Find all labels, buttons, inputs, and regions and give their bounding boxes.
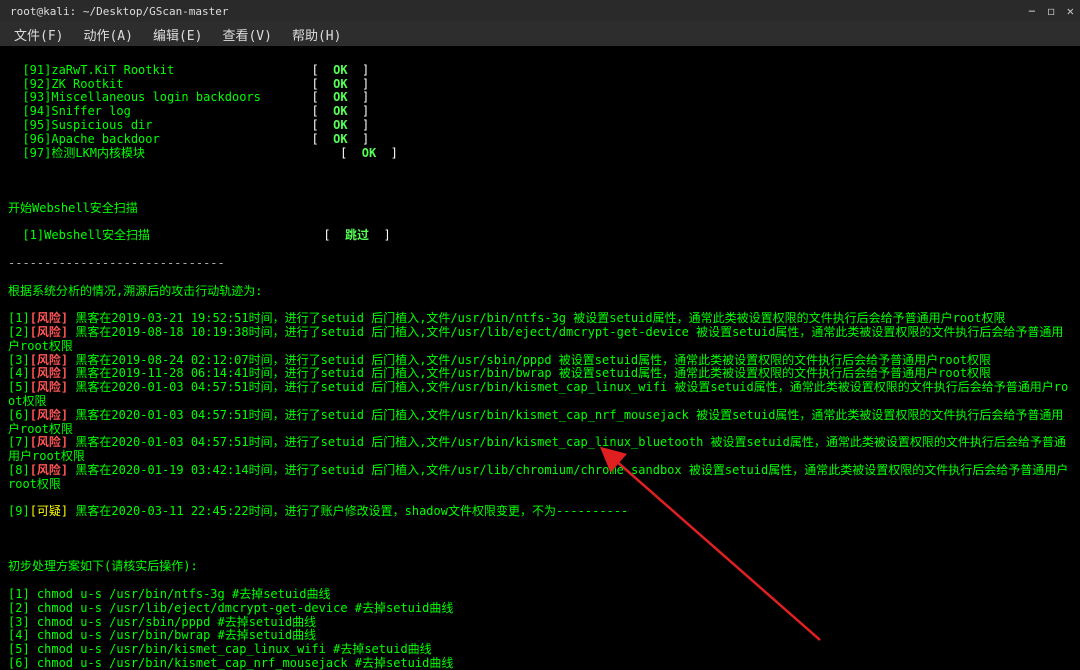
menu-edit[interactable]: 编辑(E) bbox=[145, 23, 210, 46]
terminal-output[interactable]: [91]zaRwT.KiT Rootkit [ OK ] [92]ZK Root… bbox=[0, 46, 1080, 670]
risk-item: [7][风险] 黑客在2020-01-03 04:57:51时间，进行了setu… bbox=[8, 436, 1072, 464]
scan-item: [93]Miscellaneous login backdoors [ OK ] bbox=[8, 91, 1072, 105]
menu-help[interactable]: 帮助(H) bbox=[284, 23, 349, 46]
scan-item: [96]Apache backdoor [ OK ] bbox=[8, 133, 1072, 147]
window-title: root@kali: ~/Desktop/GScan-master bbox=[6, 5, 229, 18]
close-button[interactable]: ✕ bbox=[1067, 4, 1074, 18]
window-controls: − ◻ ✕ bbox=[1028, 4, 1074, 18]
maximize-button[interactable]: ◻ bbox=[1048, 4, 1055, 18]
risk-item: [5][风险] 黑客在2020-01-03 04:57:51时间，进行了setu… bbox=[8, 381, 1072, 409]
fix-item: [2] chmod u-s /usr/lib/eject/dmcrypt-get… bbox=[8, 602, 1072, 616]
risk-item: [1][风险] 黑客在2019-03-21 19:52:51时间，进行了setu… bbox=[8, 312, 1072, 326]
scan-item: [94]Sniffer log [ OK ] bbox=[8, 105, 1072, 119]
risk-item: [2][风险] 黑客在2019-08-18 10:19:38时间，进行了setu… bbox=[8, 326, 1072, 354]
fix-header: 初步处理方案如下(请核实后操作): bbox=[8, 560, 1072, 574]
scan-item: [92]ZK Rootkit [ OK ] bbox=[8, 78, 1072, 92]
minimize-button[interactable]: − bbox=[1028, 4, 1035, 18]
risk-item: [8][风险] 黑客在2020-01-19 03:42:14时间，进行了setu… bbox=[8, 464, 1072, 492]
scan-item: [95]Suspicious dir [ OK ] bbox=[8, 119, 1072, 133]
menu-action[interactable]: 动作(A) bbox=[75, 23, 140, 46]
fix-item: [3] chmod u-s /usr/sbin/pppd #去掉setuid曲线 bbox=[8, 616, 1072, 630]
divider: ------------------------------ bbox=[8, 257, 1072, 271]
scan-item: [91]zaRwT.KiT Rootkit [ OK ] bbox=[8, 64, 1072, 78]
fix-item: [5] chmod u-s /usr/bin/kismet_cap_linux_… bbox=[8, 643, 1072, 657]
fix-item: [4] chmod u-s /usr/bin/bwrap #去掉setuid曲线 bbox=[8, 629, 1072, 643]
menu-bar: 文件(F) 动作(A) 编辑(E) 查看(V) 帮助(H) bbox=[0, 22, 1080, 46]
trace-header: 根据系统分析的情况,溯源后的攻击行动轨迹为: bbox=[8, 285, 1072, 299]
webshell-header: 开始Webshell安全扫描 bbox=[8, 201, 138, 215]
menu-view[interactable]: 查看(V) bbox=[214, 23, 279, 46]
risk-item: [6][风险] 黑客在2020-01-03 04:57:51时间，进行了setu… bbox=[8, 409, 1072, 437]
fix-item: [6] chmod u-s /usr/bin/kismet_cap_nrf_mo… bbox=[8, 657, 1072, 670]
fix-item: [1] chmod u-s /usr/bin/ntfs-3g #去掉setuid… bbox=[8, 588, 1072, 602]
menu-file[interactable]: 文件(F) bbox=[6, 23, 71, 46]
window-titlebar: root@kali: ~/Desktop/GScan-master − ◻ ✕ bbox=[0, 0, 1080, 22]
suspicious-tag: [可疑] bbox=[30, 504, 68, 518]
scan-item: [97]检测LKM内核模块 [ OK ] bbox=[8, 147, 1072, 161]
